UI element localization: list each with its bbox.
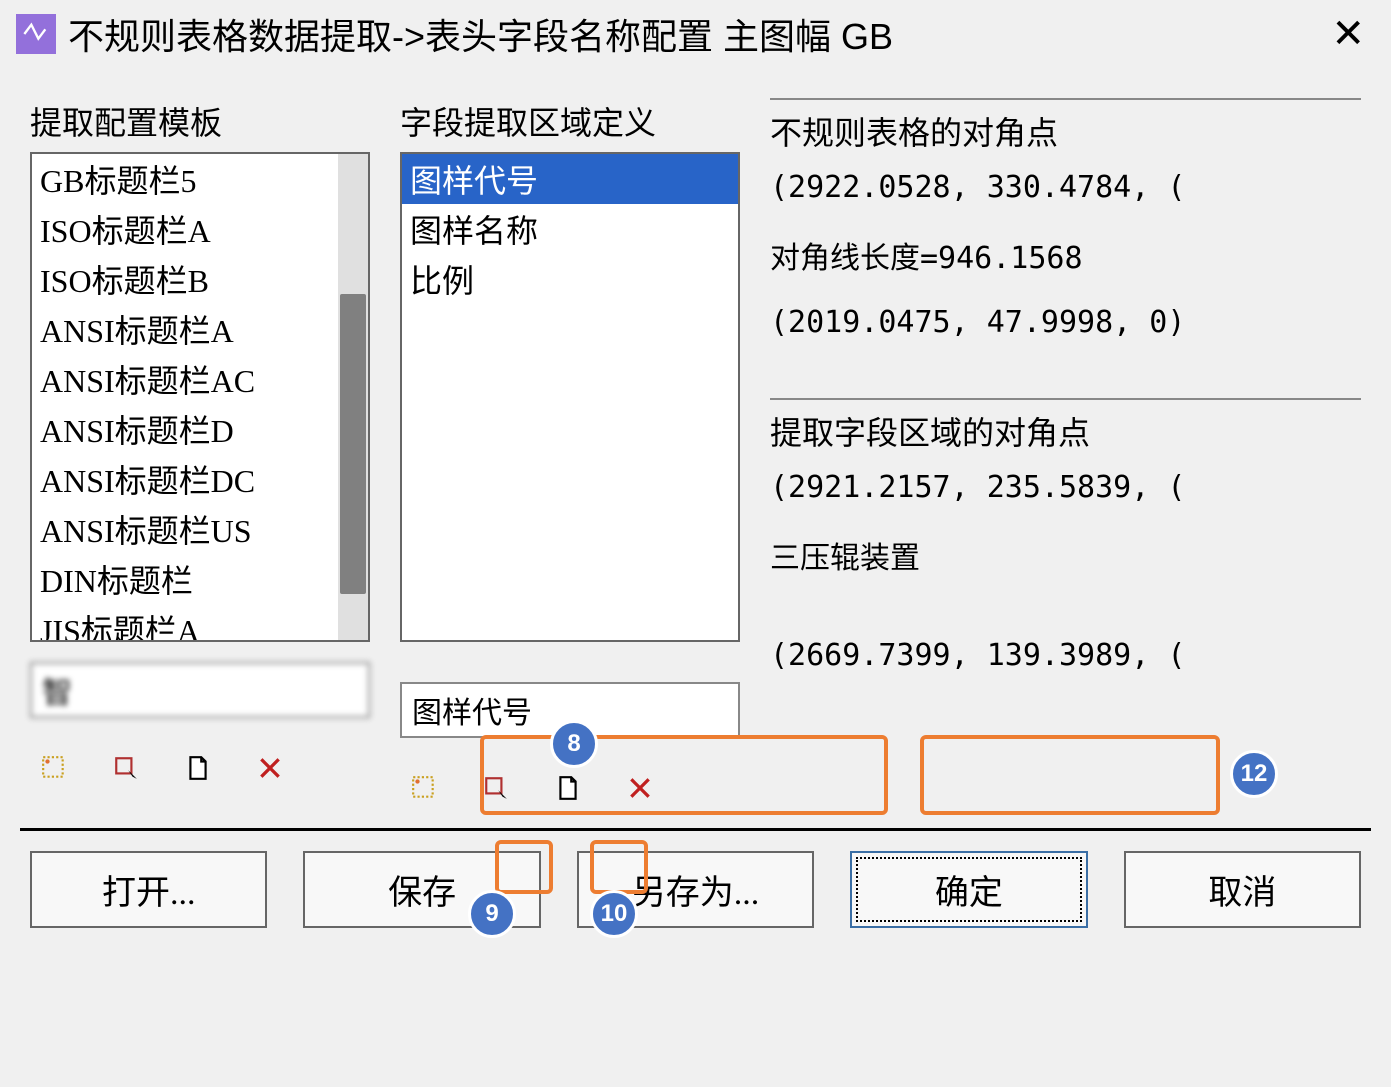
list-item[interactable]: ISO标题栏B (32, 254, 368, 304)
field-pick-point-icon[interactable] (480, 772, 512, 804)
list-item[interactable]: DIN标题栏 (32, 554, 368, 604)
select-region-icon[interactable] (38, 752, 70, 784)
template-name-input[interactable] (30, 662, 370, 718)
delete-template-icon[interactable] (254, 752, 286, 784)
list-item[interactable]: 比例 (402, 254, 738, 304)
new-field-icon[interactable] (552, 772, 584, 804)
list-item[interactable]: ISO标题栏A (32, 204, 368, 254)
close-button[interactable]: ✕ (1321, 11, 1375, 57)
field-corner-2: (2669.7399, 139.3989, ( (770, 638, 1361, 673)
table-corner-1: (2922.0528, 330.4784, ( (770, 170, 1361, 205)
table-corners-group: 不规则表格的对角点 (2922.0528, 330.4784, ( 对角线长度=… (770, 98, 1361, 368)
delete-field-icon[interactable] (624, 772, 656, 804)
field-extracted-value: 三压辊装置 (770, 533, 920, 577)
list-item[interactable]: JIS标题栏A (32, 604, 368, 640)
list-item[interactable]: ANSI标题栏US (32, 504, 368, 554)
template-section-label: 提取配置模板 (30, 98, 370, 144)
list-item[interactable]: ANSI标题栏D (32, 404, 368, 454)
list-item[interactable]: 图样名称 (402, 204, 738, 254)
open-button[interactable]: 打开... (30, 851, 267, 928)
window-title: 不规则表格数据提取->表头字段名称配置 主图幅 GB (68, 8, 1321, 60)
annotation-badge-9: 9 (468, 890, 516, 938)
ok-button[interactable]: 确定 (850, 851, 1087, 928)
cancel-button[interactable]: 取消 (1124, 851, 1361, 928)
scrollbar-thumb[interactable] (340, 294, 366, 594)
list-item[interactable]: ANSI标题栏DC (32, 454, 368, 504)
template-listbox[interactable]: GB标题栏5ISO标题栏AISO标题栏BANSI标题栏AANSI标题栏ACANS… (30, 152, 370, 642)
field-toolbar (400, 768, 740, 808)
titlebar: 不规则表格数据提取->表头字段名称配置 主图幅 GB ✕ (0, 0, 1391, 68)
field-select-region-icon[interactable] (408, 772, 440, 804)
field-section-label: 字段提取区域定义 (400, 98, 740, 144)
app-icon (16, 14, 56, 54)
table-corners-title: 不规则表格的对角点 (770, 108, 1361, 154)
list-item[interactable]: ANSI标题栏AC (32, 354, 368, 404)
field-corners-title: 提取字段区域的对角点 (770, 408, 1361, 454)
button-row: 打开... 保存 另存为... 确定 取消 (0, 831, 1391, 948)
field-listbox[interactable]: 图样代号图样名称比例 (400, 152, 740, 642)
annotation-badge-8: 8 (550, 720, 598, 768)
field-corner-1: (2921.2157, 235.5839, ( (770, 470, 1361, 505)
field-corners-group: 提取字段区域的对角点 (2921.2157, 235.5839, ( 三压辊装置… (770, 398, 1361, 701)
table-corner-2: (2019.0475, 47.9998, 0) (770, 305, 1361, 340)
annotation-badge-10: 10 (590, 890, 638, 938)
new-template-icon[interactable] (182, 752, 214, 784)
diagonal-length: 对角线长度=946.1568 (770, 233, 1361, 277)
list-item[interactable]: GB标题栏5 (32, 154, 368, 204)
list-item[interactable]: 图样代号 (402, 154, 738, 204)
scrollbar[interactable] (338, 154, 368, 640)
list-item[interactable]: ANSI标题栏A (32, 304, 368, 354)
annotation-badge-12: 12 (1230, 750, 1278, 798)
template-toolbar (30, 748, 370, 788)
pick-point-icon[interactable] (110, 752, 142, 784)
